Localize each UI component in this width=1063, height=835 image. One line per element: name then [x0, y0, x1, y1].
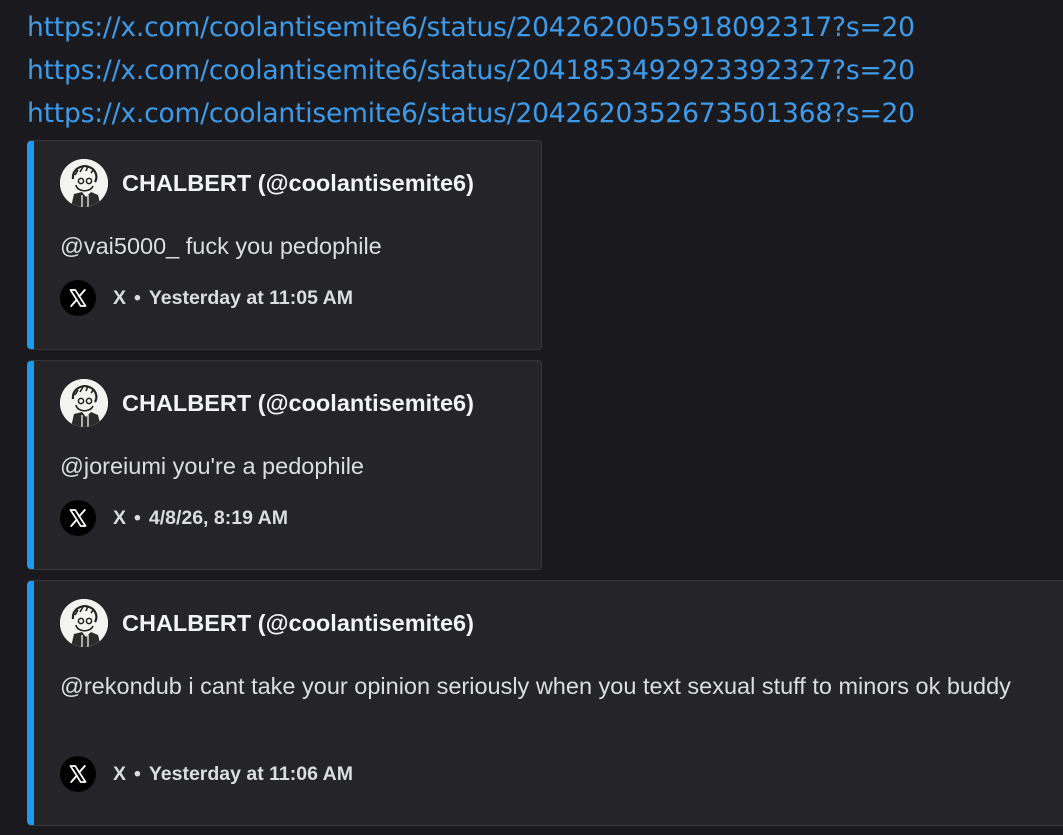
message-links: https://x.com/coolantisemite6/status/204… — [27, 6, 1057, 135]
tweet-embed: CHALBERT (@coolantisemite6) @joreiumi yo… — [27, 360, 542, 570]
embed-footer: X • Yesterday at 11:06 AM — [60, 756, 353, 792]
user-avatar-icon[interactable] — [60, 599, 108, 647]
x-logo-icon — [60, 500, 96, 536]
tweet-timestamp: 4/8/26, 8:19 AM — [148, 506, 288, 529]
user-avatar-icon[interactable] — [60, 379, 108, 427]
embed-author[interactable]: CHALBERT (@coolantisemite6) — [60, 379, 474, 427]
embed-footer: X • Yesterday at 11:05 AM — [60, 280, 353, 316]
x-logo-icon — [60, 756, 96, 792]
provider-name: X — [113, 506, 127, 529]
embed-author[interactable]: CHALBERT (@coolantisemite6) — [60, 599, 474, 647]
embed-footer: X • 4/8/26, 8:19 AM — [60, 500, 288, 536]
embed-author[interactable]: CHALBERT (@coolantisemite6) — [60, 159, 474, 207]
tweet-embed: CHALBERT (@coolantisemite6) @vai5000_ fu… — [27, 140, 542, 350]
x-logo-icon — [60, 280, 96, 316]
tweet-timestamp: Yesterday at 11:06 AM — [148, 762, 353, 785]
user-avatar-icon[interactable] — [60, 159, 108, 207]
tweet-text: @joreiumi you're a pedophile — [60, 453, 364, 479]
footer-separator: • — [134, 286, 141, 309]
embed-accent-bar — [27, 361, 34, 569]
tweet-link-3[interactable]: https://x.com/coolantisemite6/status/204… — [27, 92, 1057, 135]
footer-separator: • — [134, 762, 141, 785]
embed-accent-bar — [27, 581, 34, 825]
embed-accent-bar — [27, 141, 34, 349]
author-name[interactable]: CHALBERT (@coolantisemite6) — [122, 390, 474, 417]
author-name[interactable]: CHALBERT (@coolantisemite6) — [122, 170, 474, 197]
author-name[interactable]: CHALBERT (@coolantisemite6) — [122, 610, 474, 637]
tweet-text: @rekondub i cant take your opinion serio… — [60, 673, 1011, 699]
tweet-link-1[interactable]: https://x.com/coolantisemite6/status/204… — [27, 6, 1057, 49]
tweet-embed: CHALBERT (@coolantisemite6) @rekondub i … — [27, 580, 1063, 826]
tweet-text: @vai5000_ fuck you pedophile — [60, 233, 382, 259]
tweet-timestamp: Yesterday at 11:05 AM — [148, 286, 353, 309]
footer-separator: • — [134, 506, 141, 529]
provider-name: X — [113, 762, 127, 785]
tweet-link-2[interactable]: https://x.com/coolantisemite6/status/204… — [27, 49, 1057, 92]
provider-name: X — [113, 286, 127, 309]
